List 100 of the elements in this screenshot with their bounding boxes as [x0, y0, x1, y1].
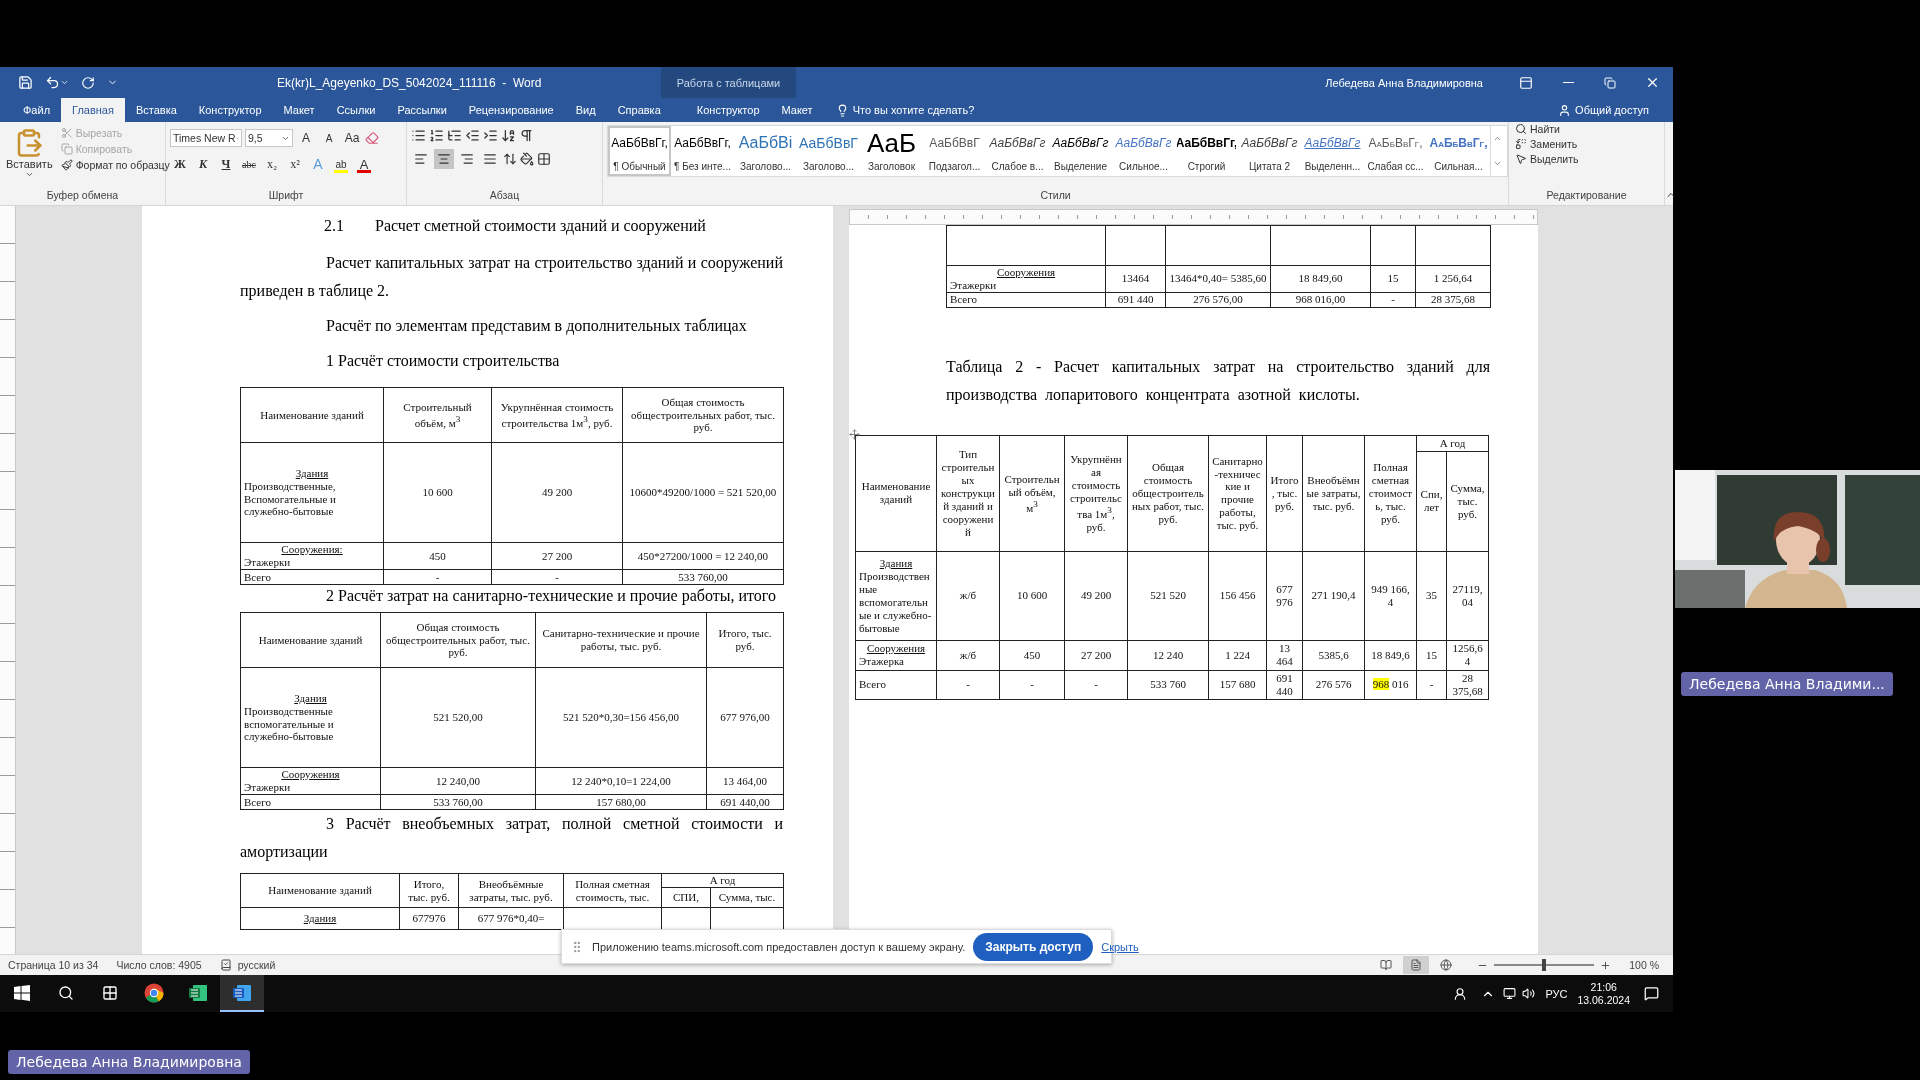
view-button[interactable] — [1403, 956, 1430, 974]
font-button[interactable]: x₂ — [262, 154, 282, 174]
font-button[interactable]: abc — [239, 154, 259, 174]
column-header: Внеобъёмные затраты, тыс. руб. — [458, 873, 564, 908]
table-cell: Сооружения Этажерки — [240, 767, 381, 795]
ribbon-tab[interactable]: Вид — [564, 98, 607, 122]
font-button[interactable]: Aa — [342, 128, 362, 148]
style-item[interactable]: АаБбВі Заголово... — [734, 126, 797, 176]
ribbon-tab[interactable]: Вставка — [124, 98, 188, 122]
font-size-field[interactable]: 9,5 — [245, 129, 293, 147]
multilevel-list-icon[interactable] — [447, 128, 462, 143]
style-item[interactable]: АаБбВвГг Слабое в... — [986, 126, 1049, 176]
font-button[interactable]: Ж — [170, 154, 190, 174]
volume-icon[interactable] — [1522, 987, 1536, 1000]
ribbon-tab[interactable]: Справка — [606, 98, 672, 122]
input-language[interactable]: РУС — [1545, 987, 1568, 1000]
column-header: Общая стоимость общестроительных работ, тыс. руб. — [622, 387, 784, 443]
editing-button[interactable]: Заменить — [1513, 137, 1664, 151]
ribbon-tab[interactable]: Ссылки — [325, 98, 387, 122]
align-button[interactable] — [434, 149, 454, 169]
numbering-icon[interactable] — [429, 128, 444, 143]
style-item[interactable]: АаБ Заголовок — [860, 126, 923, 176]
tell-me-search[interactable]: Что вы хотите сделать? — [829, 98, 981, 122]
paragraph: Расчёт по элементам представим в дополнительных таблицах — [325, 316, 748, 337]
ribbon-tab[interactable]: Главная — [61, 98, 125, 122]
column-header: Наименование зданий — [855, 435, 937, 552]
font-button[interactable]: Ч — [216, 154, 236, 174]
style-item[interactable]: АаБбВвГ Заголово... — [797, 126, 860, 176]
style-item[interactable]: АаБбВвГг Сильное... — [1112, 126, 1175, 176]
ribbon-tab[interactable]: Макет — [272, 98, 326, 122]
font-button[interactable]: A — [296, 128, 316, 148]
person-icon — [1558, 103, 1572, 117]
increase-indent-icon[interactable] — [483, 128, 498, 143]
ribbon-tab[interactable]: Конструктор — [187, 98, 273, 122]
borders-icon[interactable] — [537, 152, 551, 166]
table-cell: 968 016 — [1364, 670, 1417, 700]
zoom-thumb[interactable] — [1542, 959, 1547, 971]
editing-button[interactable]: Найти — [1513, 122, 1664, 136]
scissors-icon — [60, 127, 73, 139]
table-cell: 677 976,00 — [706, 667, 784, 768]
copy-icon — [60, 143, 73, 155]
taskbar-app-button[interactable] — [220, 975, 264, 1012]
font-button[interactable]: A — [319, 128, 339, 148]
font-name-field[interactable]: Times New R — [170, 129, 242, 147]
hide-link[interactable]: Скрыть — [1101, 940, 1139, 953]
save-icon[interactable] — [18, 75, 33, 90]
column-header: А год — [1416, 435, 1489, 452]
table-cell: 49 200 — [1064, 551, 1128, 641]
person-icon[interactable] — [1453, 986, 1468, 1001]
ribbon-display-icon — [1519, 75, 1533, 90]
book-icon — [1380, 959, 1393, 971]
style-item[interactable]: АаБбВвГг, Сильная... — [1427, 126, 1490, 176]
style-item[interactable]: АаБбВвГ Подзагол... — [923, 126, 986, 176]
editing-button[interactable]: Выделить — [1513, 152, 1664, 166]
scroll-up-icon[interactable] — [1492, 134, 1502, 143]
eraser-icon[interactable] — [365, 131, 379, 145]
undo-icon[interactable] — [45, 75, 60, 90]
clipboard-button[interactable]: Формат по образцу — [58, 158, 172, 172]
table-caption: Таблица 2 - Расчет капитальных затрат на строительство зданий для производства лопаритового концентрата азотной кислоты. — [946, 356, 1490, 406]
notifications-icon[interactable] — [1644, 986, 1659, 1001]
ribbon-tab[interactable]: Рецензирование — [457, 98, 565, 122]
ribbon-tab[interactable]: Файл — [12, 98, 62, 122]
sort-icon[interactable] — [501, 128, 516, 143]
ribbon-tab[interactable]: Рассылки — [386, 98, 458, 122]
align-icon — [460, 152, 474, 166]
pointer-icon — [1515, 153, 1527, 165]
style-item[interactable]: АаБбВвГг, Слабая сс... — [1364, 126, 1427, 176]
stop-sharing-button[interactable]: Закрыть доступ — [973, 932, 1094, 961]
column-header: Общая стоимость общестроительных работ, тыс. руб. — [1127, 435, 1209, 552]
ribbon-tab[interactable]: Макет — [770, 98, 824, 122]
line-spacing-icon[interactable] — [503, 152, 517, 166]
style-item[interactable]: АаБбВвГг Выделение — [1049, 126, 1112, 176]
share-button[interactable]: Общий доступ — [1552, 98, 1655, 122]
table-cell: 968 016,00 — [1270, 292, 1371, 308]
table-move-icon[interactable] — [849, 429, 860, 440]
style-item[interactable]: АаБбВвГг, ¶ Обычный — [608, 126, 671, 176]
paste-button[interactable]: Вставить — [4, 126, 55, 189]
shading-icon[interactable] — [520, 152, 534, 166]
globe-icon — [1440, 959, 1453, 971]
zoom-in-icon[interactable] — [1600, 959, 1612, 971]
font-button[interactable]: x² — [285, 154, 305, 174]
network-icon[interactable] — [1503, 987, 1517, 1000]
page-count: Страница 10 из 34 — [8, 959, 99, 971]
table-cell: 521 520,00 — [380, 667, 536, 768]
column-header: Сумма, тыс. — [710, 887, 784, 908]
style-item[interactable]: АаБбВвГг Выделенн... — [1301, 126, 1364, 176]
font-button[interactable]: ab — [331, 154, 351, 174]
bullets-icon[interactable] — [411, 128, 426, 143]
column-header: СПИ, — [661, 887, 711, 908]
pilcrow-icon[interactable] — [519, 128, 534, 143]
font-button[interactable]: A — [354, 154, 374, 174]
style-item[interactable]: АаБбВвГг Цитата 2 — [1238, 126, 1301, 176]
font-button[interactable]: К — [193, 154, 213, 174]
ribbon-tab[interactable]: Конструктор — [685, 98, 771, 122]
decrease-indent-icon[interactable] — [465, 128, 480, 143]
scroll-down-icon[interactable] — [1492, 159, 1502, 168]
minimize-icon — [1562, 82, 1574, 83]
proofing-icon[interactable] — [219, 959, 232, 971]
style-item[interactable]: АаБбВвГг, ¶ Без инте... — [671, 126, 734, 176]
redo-icon[interactable] — [81, 75, 95, 90]
